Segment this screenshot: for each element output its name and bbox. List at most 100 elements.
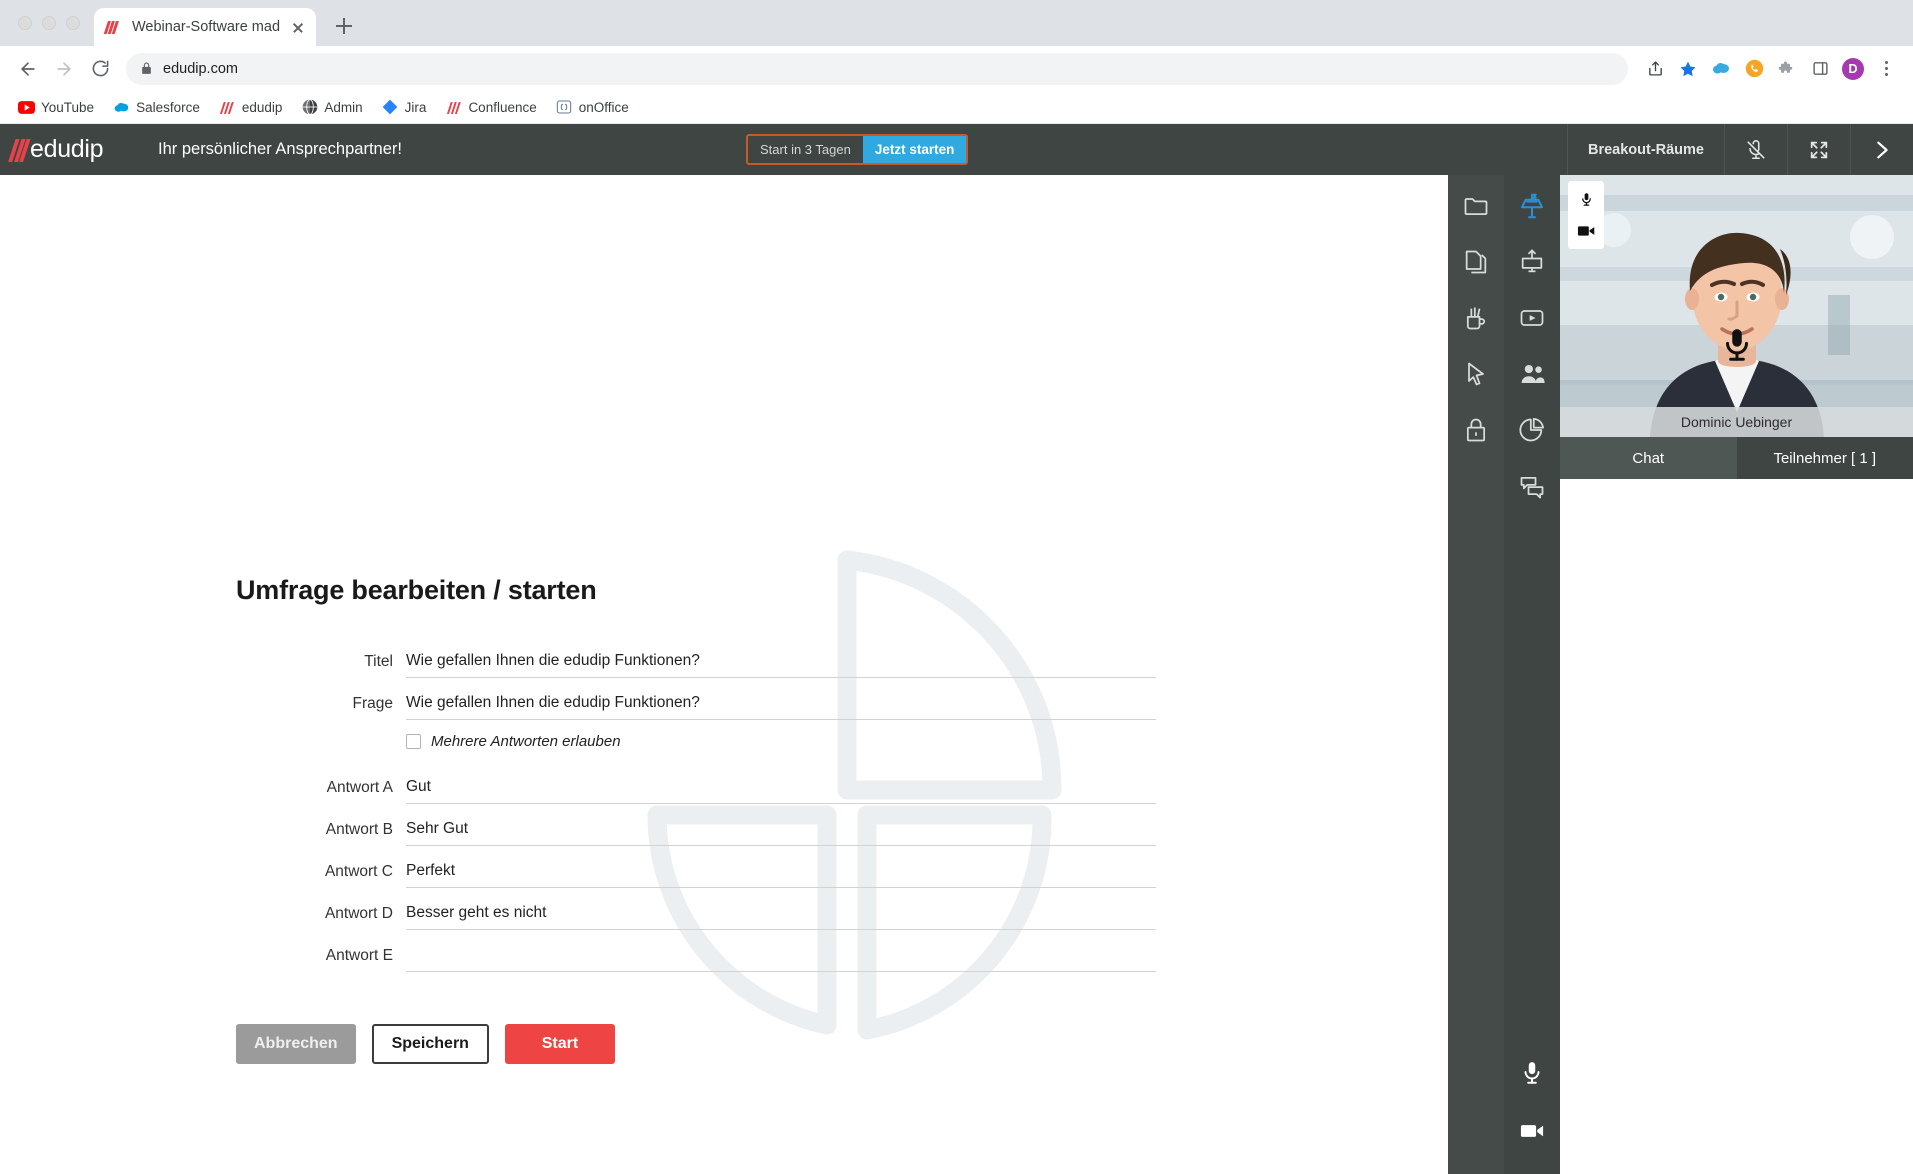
video-play-icon[interactable] <box>1509 297 1555 339</box>
microphone-muted-icon[interactable] <box>1724 124 1787 175</box>
folder-icon[interactable] <box>1453 185 1499 227</box>
microphone-icon[interactable] <box>1575 188 1597 210</box>
antwort-c-input[interactable]: Perfekt <box>406 862 1156 888</box>
url-text: edudip.com <box>163 61 238 77</box>
frage-label: Frage <box>236 695 406 720</box>
multiple-answers-label: Mehrere Antworten erlauben <box>431 733 621 750</box>
close-window-button[interactable] <box>18 16 32 30</box>
poll-pie-chart-icon[interactable] <box>1509 409 1555 451</box>
antwort-e-label: Antwort E <box>236 947 406 972</box>
edudip-slashes-icon <box>219 99 236 116</box>
edudip-slashes-icon <box>445 99 462 116</box>
side-panel-icon[interactable] <box>1805 54 1835 84</box>
save-button[interactable]: Speichern <box>372 1024 489 1064</box>
antwort-e-input[interactable] <box>406 946 1156 972</box>
form-row-antwort-e: Antwort E <box>236 930 1156 972</box>
titel-input[interactable]: Wie gefallen Ihnen die edudip Funktionen… <box>406 652 1156 678</box>
bookmark-confluence[interactable]: Confluence <box>437 95 544 120</box>
page-title: Umfrage bearbeiten / starten <box>236 575 1156 606</box>
browser-tab[interactable]: Webinar-Software made in Ger <box>94 8 316 46</box>
poll-edit-form: Umfrage bearbeiten / starten Titel Wie g… <box>236 575 1156 1064</box>
bookmark-salesforce[interactable]: Salesforce <box>105 95 208 120</box>
bookmark-youtube[interactable]: YouTube <box>10 95 102 120</box>
promo-start-banner: Start in 3 Tagen Jetzt starten <box>746 134 968 165</box>
tab-teilnehmer[interactable]: Teilnehmer [ 1 ] <box>1737 437 1913 479</box>
bookmark-jira[interactable]: Jira <box>374 95 435 120</box>
antwort-a-input[interactable]: Gut <box>406 778 1156 804</box>
participants-people-icon[interactable] <box>1509 353 1555 395</box>
webinar-stage: Umfrage bearbeiten / starten Titel Wie g… <box>0 175 1448 1174</box>
bookmark-label: Jira <box>405 100 427 115</box>
forward-arrow-icon[interactable] <box>48 53 80 85</box>
tab-chat[interactable]: Chat <box>1560 437 1737 479</box>
window-traffic-lights <box>8 0 94 46</box>
new-tab-button[interactable] <box>326 8 362 44</box>
right-panel: Dominic Uebinger Chat Teilnehmer [ 1 ] <box>1560 175 1913 1174</box>
form-row-frage: Frage Wie gefallen Ihnen die edudip Funk… <box>236 678 1156 720</box>
avatar-letter: D <box>1842 58 1864 80</box>
tab-title: Webinar-Software made in Ger <box>132 19 280 35</box>
cursor-pointer-icon[interactable] <box>1453 353 1499 395</box>
browser-toolbar-icons: D <box>1640 54 1901 84</box>
profile-avatar[interactable]: D <box>1838 54 1868 84</box>
maximize-window-button[interactable] <box>66 16 80 30</box>
start-button[interactable]: Start <box>505 1024 615 1064</box>
frage-input[interactable]: Wie gefallen Ihnen die edudip Funktionen… <box>406 694 1156 720</box>
back-arrow-icon[interactable] <box>12 53 44 85</box>
antwort-c-label: Antwort C <box>236 863 406 888</box>
bookmark-onoffice[interactable]: onOffice <box>548 95 637 120</box>
form-row-antwort-c: Antwort C Perfekt <box>236 846 1156 888</box>
breakout-rooms-button[interactable]: Breakout-Räume <box>1567 124 1724 175</box>
edudip-slashes-icon <box>12 138 27 162</box>
jira-diamond-icon <box>382 99 399 116</box>
antwort-b-label: Antwort B <box>236 821 406 846</box>
app-header: edudip Ihr persönlicher Ansprechpartner!… <box>0 124 1913 175</box>
antwort-b-input[interactable]: Sehr Gut <box>406 820 1156 846</box>
chevron-right-icon[interactable] <box>1850 124 1913 175</box>
cancel-button[interactable]: Abbrechen <box>236 1024 356 1064</box>
extensions-puzzle-icon[interactable] <box>1772 54 1802 84</box>
salesforce-cloud-icon[interactable] <box>1706 54 1736 84</box>
reload-icon[interactable] <box>84 53 116 85</box>
phone-call-icon[interactable] <box>1739 54 1769 84</box>
edudip-slashes-icon <box>106 20 124 34</box>
close-tab-icon[interactable] <box>288 17 308 37</box>
onoffice-brackets-icon <box>556 99 573 116</box>
presentation-podium-icon[interactable] <box>1509 185 1555 227</box>
chrome-menu-kebab-icon[interactable] <box>1871 54 1901 84</box>
multiple-answers-row: Mehrere Antworten erlauben <box>236 720 1156 762</box>
fullscreen-expand-icon[interactable] <box>1787 124 1850 175</box>
camera-icon[interactable] <box>1575 220 1597 242</box>
bookmark-star-icon[interactable] <box>1673 54 1703 84</box>
share-icon[interactable] <box>1640 54 1670 84</box>
antwort-d-input[interactable]: Besser geht es nicht <box>406 904 1156 930</box>
salesforce-cloud-icon <box>113 99 130 116</box>
camera-icon[interactable] <box>1509 1110 1555 1152</box>
tools-pen-cup-icon[interactable] <box>1453 297 1499 339</box>
documents-copy-icon[interactable] <box>1453 241 1499 283</box>
form-row-antwort-b: Antwort B Sehr Gut <box>236 804 1156 846</box>
microphone-icon[interactable] <box>1509 1052 1555 1094</box>
header-tagline: Ihr persönlicher Ansprechpartner! <box>158 140 402 159</box>
multiple-answers-checkbox[interactable] <box>406 734 421 749</box>
edudip-logo[interactable]: edudip <box>0 135 140 164</box>
form-row-antwort-a: Antwort A Gut <box>236 762 1156 804</box>
tool-rail <box>1448 175 1560 1174</box>
bookmark-edudip[interactable]: edudip <box>211 95 291 120</box>
screen-share-upload-icon[interactable] <box>1509 241 1555 283</box>
header-right-controls: Breakout-Räume <box>1567 124 1913 175</box>
address-bar[interactable]: edudip.com <box>126 53 1628 85</box>
lock-icon[interactable] <box>1453 409 1499 451</box>
bookmark-label: Admin <box>324 100 362 115</box>
bookmark-admin[interactable]: Admin <box>293 95 370 120</box>
form-row-titel: Titel Wie gefallen Ihnen die edudip Funk… <box>236 636 1156 678</box>
minimize-window-button[interactable] <box>42 16 56 30</box>
panel-tabs: Chat Teilnehmer [ 1 ] <box>1560 437 1913 479</box>
video-tile[interactable]: Dominic Uebinger <box>1560 175 1913 437</box>
chat-bubbles-icon[interactable] <box>1509 465 1555 507</box>
titel-label: Titel <box>236 653 406 678</box>
start-now-button[interactable]: Jetzt starten <box>863 136 967 163</box>
video-self-controls <box>1568 181 1604 249</box>
antwort-d-label: Antwort D <box>236 905 406 930</box>
rail-right-column <box>1504 175 1560 1174</box>
